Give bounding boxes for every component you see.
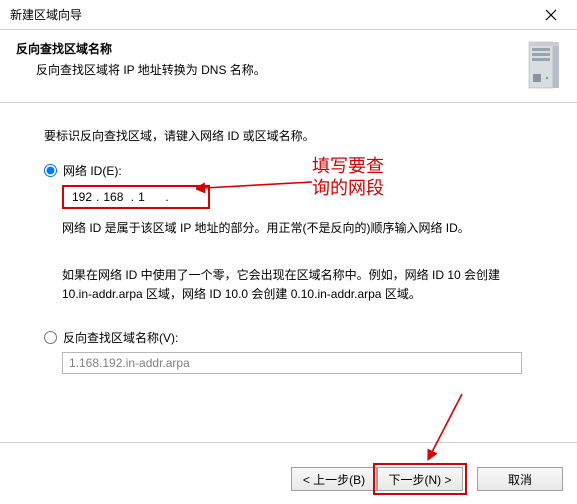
network-id-help: 网络 ID 是属于该区域 IP 地址的部分。用正常(不是反向的)顺序输入网络 I… bbox=[62, 219, 533, 238]
annotation-arrow-next bbox=[412, 390, 472, 462]
cancel-button[interactable]: 取消 bbox=[477, 467, 563, 491]
ip-octet-1: 192 bbox=[70, 190, 94, 204]
radio-zone-label: 反向查找区域名称(V): bbox=[63, 329, 178, 346]
close-button[interactable] bbox=[531, 3, 571, 27]
zero-help: 如果在网络 ID 中使用了一个零，它会出现在区域名称中。例如，网络 ID 10 … bbox=[62, 266, 533, 304]
server-icon bbox=[525, 40, 561, 94]
zone-name-value: 1.168.192.in-addr.arpa bbox=[69, 356, 190, 370]
wizard-header: 反向查找区域名称 反向查找区域将 IP 地址转换为 DNS 名称。 bbox=[0, 30, 577, 103]
zone-name-input: 1.168.192.in-addr.arpa bbox=[62, 352, 522, 374]
network-id-input[interactable]: 192 . 168 . 1 . bbox=[62, 185, 210, 209]
intro-text: 要标识反向查找区域，请键入网络 ID 或区域名称。 bbox=[44, 127, 533, 144]
close-icon bbox=[545, 9, 557, 21]
radio-network-id[interactable]: 网络 ID(E): bbox=[44, 162, 533, 179]
header-desc: 反向查找区域将 IP 地址转换为 DNS 名称。 bbox=[16, 61, 525, 78]
footer-separator bbox=[0, 442, 577, 443]
next-button[interactable]: 下一步(N) > bbox=[377, 467, 463, 491]
header-title: 反向查找区域名称 bbox=[16, 40, 525, 57]
titlebar: 新建区域向导 bbox=[0, 0, 577, 30]
radio-zone-input[interactable] bbox=[44, 331, 57, 344]
wizard-footer: < 上一步(B) 下一步(N) > 取消 bbox=[0, 454, 577, 504]
ip-octet-2: 168 bbox=[101, 190, 125, 204]
wizard-body: 要标识反向查找区域，请键入网络 ID 或区域名称。 网络 ID(E): 192 … bbox=[0, 103, 577, 374]
back-button[interactable]: < 上一步(B) bbox=[291, 467, 377, 491]
window-title: 新建区域向导 bbox=[10, 6, 531, 23]
radio-network-input[interactable] bbox=[44, 164, 57, 177]
ip-octet-3: 1 bbox=[136, 190, 147, 204]
radio-network-label: 网络 ID(E): bbox=[63, 162, 122, 179]
radio-zone-name[interactable]: 反向查找区域名称(V): bbox=[44, 329, 533, 346]
